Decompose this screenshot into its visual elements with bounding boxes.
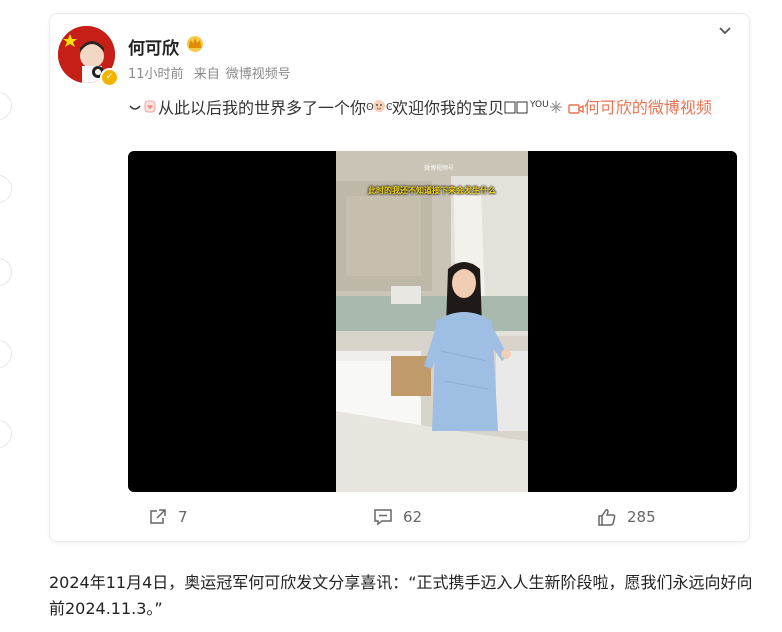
verified-icon: ✓ (100, 68, 119, 87)
edge-circle (0, 175, 12, 203)
comment-icon (374, 509, 392, 526)
snowflake-emoji-icon (549, 95, 563, 123)
post-text-welcome: 欢迎你我的宝贝 (392, 98, 505, 118)
author-name[interactable]: 何可欣 (128, 34, 179, 59)
chevron-down-icon[interactable] (718, 24, 732, 40)
post-time[interactable]: 11小时前 (128, 67, 184, 82)
video-caption: 此时的我还不知道接下来会发生什么 (368, 186, 496, 195)
hearts-emoji-icon (504, 95, 530, 123)
edge-circle (0, 420, 12, 448)
baby-emoji-icon: ʘʘ (366, 95, 394, 123)
video-camera-icon (568, 104, 584, 114)
smile-emoji-icon (128, 95, 142, 123)
video-link[interactable]: 何可欣的微博视频 (568, 98, 712, 117)
svg-text:ʘ: ʘ (366, 102, 374, 113)
like-count: 285 (627, 508, 656, 526)
repost-button[interactable]: 7 (148, 508, 188, 526)
weibo-post-card: ✓ 何可欣 11小时前 来自 微博视频号 从此以后我的世界多了一个你 ʘʘ 欢迎你… (49, 13, 750, 542)
action-bar: 7 62 285 (50, 504, 749, 532)
heart-bottle-emoji-icon (142, 95, 158, 123)
like-icon (598, 509, 616, 526)
crown-icon[interactable] (184, 34, 206, 52)
video-frame: 微博视频号 此时的我还不知道接下来会发生什么 (336, 151, 528, 492)
repost-icon (150, 509, 166, 524)
page-edge (0, 0, 12, 560)
source-prefix: 来自 (193, 67, 220, 82)
edge-circle (0, 92, 12, 120)
post-text-you: YOU (530, 100, 549, 110)
post-meta: 11小时前 来自 微博视频号 (128, 63, 297, 82)
video-scene (336, 151, 528, 492)
video-watermark: 微博视频号 (424, 165, 455, 172)
video-player[interactable]: 微博视频号 此时的我还不知道接下来会发生什么 (128, 151, 737, 492)
comment-count: 62 (403, 508, 423, 526)
edge-circle (0, 258, 12, 286)
post-text-main: 从此以后我的世界多了一个你 (158, 98, 367, 118)
post-source[interactable]: 微博视频号 (226, 67, 291, 82)
repost-count: 7 (178, 508, 188, 526)
video-link-text[interactable]: 何可欣的微博视频 (584, 98, 712, 117)
post-text: 从此以后我的世界多了一个你 ʘʘ 欢迎你我的宝贝 YOU 何可欣的微博视频 (128, 91, 734, 123)
like-button[interactable]: 285 (597, 508, 656, 526)
article-caption: 2024年11月4日，奥运冠军何可欣发文分享喜讯：“正式携手迈入人生新阶段啦，愿… (49, 573, 753, 618)
edge-circle (0, 340, 12, 368)
comment-button[interactable]: 62 (373, 508, 422, 526)
